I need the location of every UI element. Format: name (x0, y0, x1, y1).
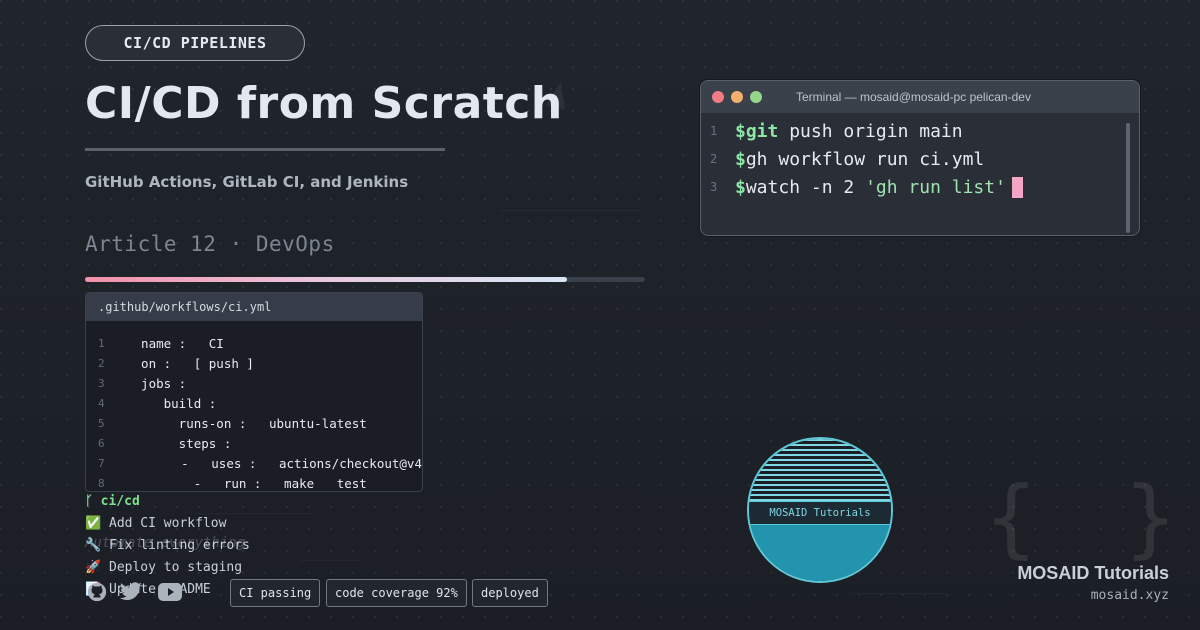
terminal-scrollbar[interactable] (1126, 123, 1130, 233)
background-code-text: _______________ (195, 500, 313, 515)
background-code-text: ________ (300, 547, 363, 562)
tagline: Automate everything (85, 535, 246, 551)
code-line: 4 build : (86, 393, 422, 413)
terminal-window[interactable]: Terminal — mosaid@mosaid-pc pelican-dev … (700, 80, 1140, 236)
terminal-output[interactable]: 1 $ git push origin main 2 $ gh workflow ru… (701, 113, 1139, 201)
line-number: 5 (98, 416, 105, 430)
code-line: 1 name : CI (86, 333, 422, 353)
command-text: gh workflow run ci.yml (745, 148, 985, 170)
avatar-stripes (749, 439, 891, 501)
terminal-cursor (1011, 176, 1023, 198)
command-string: 'gh run list' (865, 176, 1006, 198)
code-text: name : CI (126, 335, 224, 351)
maximize-dot-icon[interactable] (750, 91, 762, 103)
branch-icon: ᚴ (85, 494, 93, 509)
branch-name: ci/cd (100, 494, 140, 509)
background-code-text: __________________ (500, 197, 641, 212)
code-lines: 1 name : CI 2 on : [ push ] 3 jobs :4 buil… (86, 321, 422, 491)
commit-item: ✅ Add CI workflow (85, 516, 226, 531)
line-number: 2 (710, 152, 718, 166)
terminal-line: 2 $ gh workflow run ci.yml (701, 145, 1139, 173)
line-number: 6 (98, 436, 105, 450)
rocket-icon: 🚀 (85, 560, 102, 575)
git-branch: ᚴ ci/cd (85, 494, 140, 509)
youtube-icon[interactable] (157, 580, 183, 604)
shell-prompt: $ (735, 120, 746, 142)
code-text: runs-on : ubuntu-latest (126, 415, 367, 431)
line-number: 1 (710, 124, 718, 138)
terminal-line: 1 $ git push origin main (701, 117, 1139, 145)
command-text: push origin main (778, 120, 963, 142)
site-url[interactable]: mosaid.xyz (1091, 588, 1169, 603)
commit-message: Add CI workflow (109, 516, 227, 531)
shell-prompt: $ (735, 176, 746, 198)
code-text: - run : make test (126, 475, 367, 491)
status-pill-coverage: code coverage 92% (326, 579, 467, 607)
avatar: MOSAID Tutorials (747, 437, 893, 583)
line-number: 3 (98, 376, 105, 390)
code-text: jobs : (126, 375, 187, 391)
minimize-dot-icon[interactable] (731, 91, 743, 103)
line-number: 7 (98, 456, 105, 470)
close-dot-icon[interactable] (712, 91, 724, 103)
brand-name: MOSAID Tutorials (1017, 563, 1169, 583)
terminal-title-bar[interactable]: Terminal — mosaid@mosaid-pc pelican-dev (701, 81, 1139, 113)
code-line: 5 runs-on : ubuntu-latest (86, 413, 422, 433)
braces-icon: { } (985, 468, 1195, 568)
page-title: CI/CD from Scratch (85, 78, 563, 129)
avatar-label: MOSAID Tutorials (749, 501, 891, 525)
status-pill-deployed: deployed (472, 579, 548, 607)
github-icon[interactable] (85, 580, 109, 604)
title-divider (85, 148, 445, 151)
terminal-line: 3 $ watch -n 2 'gh run list' (701, 173, 1139, 201)
check-box-icon: ✅ (85, 516, 102, 531)
command-text: watch -n 2 (745, 176, 866, 198)
code-text: - uses : actions/checkout@v4 (113, 455, 422, 471)
twitter-icon[interactable] (118, 580, 144, 604)
code-line: 8 - run : make test (86, 473, 422, 491)
code-editor: .github/workflows/ci.yml 1 name : CI 2 on… (85, 292, 423, 492)
command-keyword: git (745, 120, 779, 142)
code-text: build : (126, 395, 217, 411)
reading-progress-bar (85, 277, 645, 282)
avatar-fill (749, 525, 891, 581)
line-number: 1 (98, 336, 105, 350)
code-line: 6 steps : (86, 433, 422, 453)
line-number: 3 (710, 180, 718, 194)
code-text: on : [ push ] (126, 355, 254, 371)
reading-progress-fill (85, 277, 567, 282)
line-number: 2 (98, 356, 105, 370)
shell-prompt: $ (735, 148, 746, 170)
page-subtitle: GitHub Actions, GitLab CI, and Jenkins (85, 173, 409, 191)
code-line: 7 - uses : actions/checkout@v4 (86, 453, 422, 473)
category-badge: CI/CD PIPELINES (85, 25, 305, 61)
background-code-text: ____________ (850, 580, 944, 595)
editor-file-tab[interactable]: .github/workflows/ci.yml (86, 293, 422, 321)
line-number: 8 (98, 476, 105, 490)
code-text: steps : (126, 435, 232, 451)
commit-item: 🚀 Deploy to staging (85, 560, 242, 575)
status-pill-ci: CI passing (230, 579, 321, 607)
line-number: 4 (98, 396, 105, 410)
terminal-title: Terminal — mosaid@mosaid-pc pelican-dev (796, 90, 1031, 104)
code-line: 3 jobs : (86, 373, 422, 393)
code-line: 2 on : [ push ] (86, 353, 422, 373)
commit-message: Deploy to staging (109, 560, 243, 575)
article-label: Article 12 · DevOps (85, 232, 335, 256)
